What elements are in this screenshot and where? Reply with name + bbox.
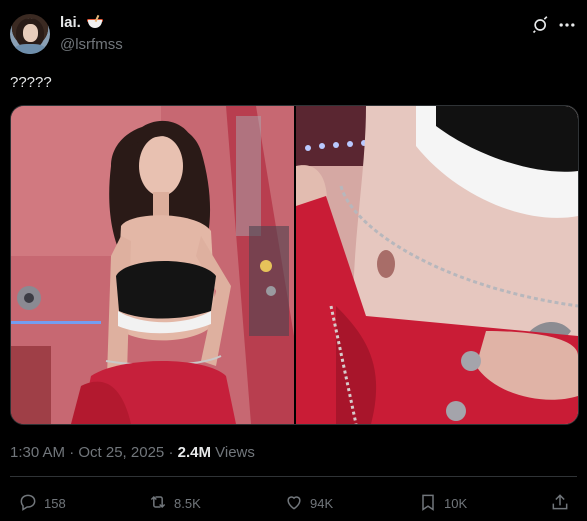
tweet-meta: 1:30 AM · Oct 25, 2025 · 2.4M Views [10,444,255,461]
avatar-face [23,24,38,42]
repost-icon [148,492,168,515]
reply-icon [18,492,38,515]
author-display-name[interactable]: lai. [60,14,81,31]
views-count: 2.4M [177,444,211,461]
repost-button[interactable]: 8.5K [148,492,201,514]
like-button[interactable]: 94K [284,492,333,514]
tweet-text: ????? [10,74,52,91]
views-label: Views [215,444,255,461]
share-icon [550,492,570,515]
author-handle[interactable]: @lsrfmss [60,36,123,53]
meta-separator: · [168,444,178,461]
media-photo-1[interactable] [11,106,294,424]
ramen-emoji-icon [86,14,103,29]
avatar-shirt [14,44,46,54]
photo-1-illustration [11,106,294,424]
share-button[interactable] [550,492,570,514]
bookmark-button[interactable]: 10K [418,492,467,514]
like-count: 94K [310,495,334,511]
tweet-media[interactable] [10,105,579,425]
bookmark-count: 10K [444,495,468,511]
grok-icon[interactable] [530,14,552,36]
author-name-row[interactable]: lai. [60,14,103,31]
repost-count: 8.5K [174,495,201,511]
tweet-timestamp[interactable]: 1:30 AM · Oct 25, 2025 [10,444,164,461]
more-icon[interactable] [556,14,578,36]
divider [10,476,577,477]
media-photo-2[interactable] [296,106,578,424]
avatar[interactable] [10,14,50,54]
like-icon [284,492,304,515]
reply-button[interactable]: 158 [18,492,66,514]
photo-2-illustration [296,106,578,424]
reply-count: 158 [44,495,66,511]
bookmark-icon [418,492,438,515]
